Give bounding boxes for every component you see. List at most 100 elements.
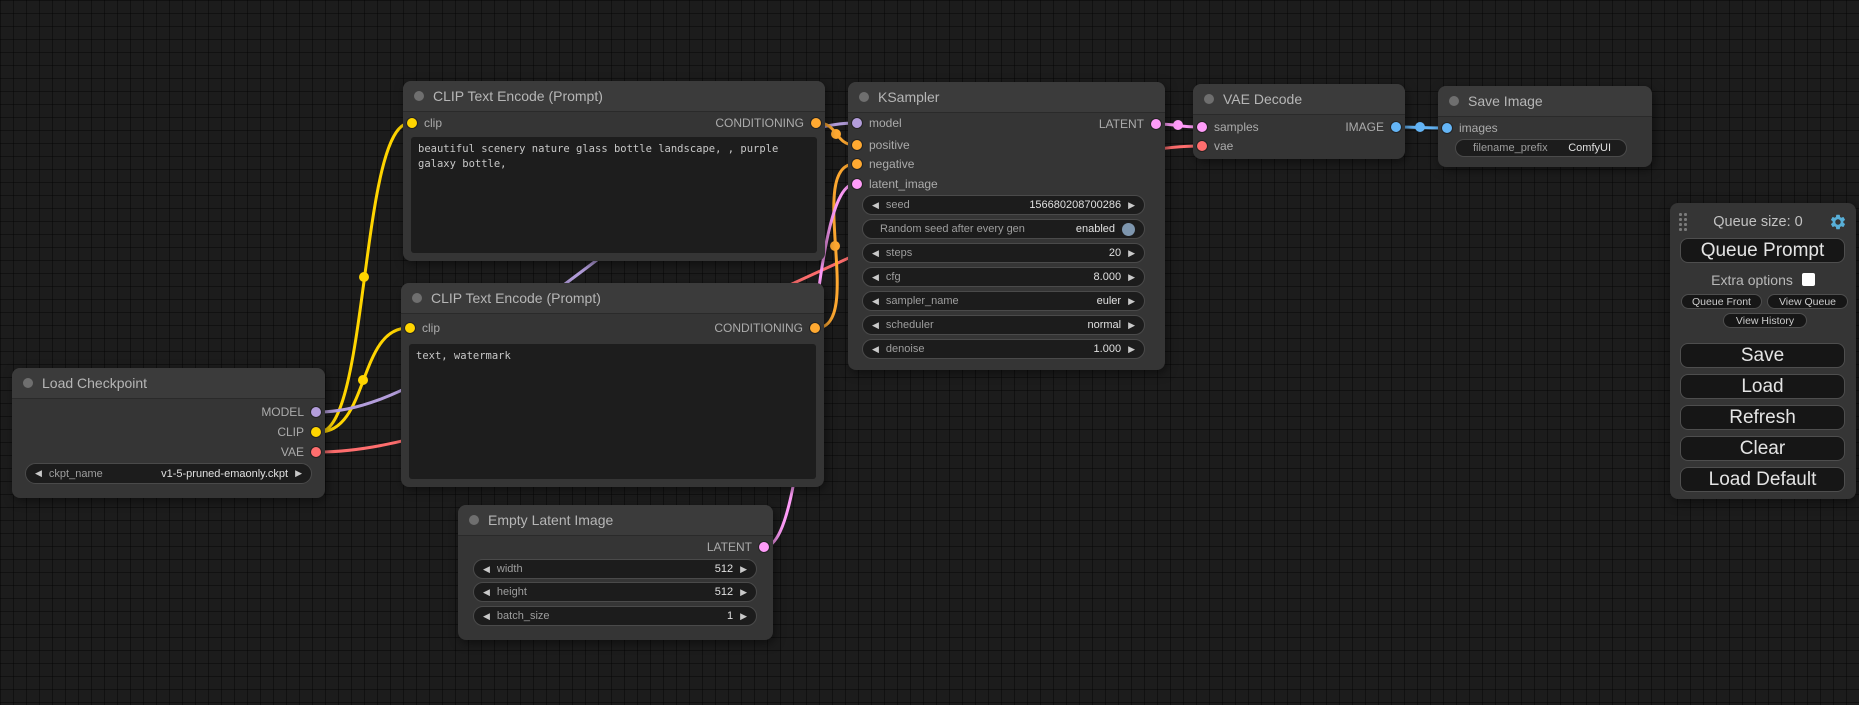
increment-arrow-icon[interactable]: ▶ [740,588,747,597]
node-title-bar[interactable]: Load Checkpoint [12,368,325,399]
decrement-arrow-icon[interactable]: ◀ [483,565,490,574]
node-title-bar[interactable]: Empty Latent Image [458,505,773,536]
node-clip-text-encode-positive[interactable]: CLIP Text Encode (Prompt) clip CONDITION… [403,81,825,261]
collapse-dot-icon[interactable] [469,515,479,525]
output-slot-latent[interactable]: LATENT [1099,116,1161,132]
collapse-dot-icon[interactable] [1204,94,1214,104]
increment-arrow-icon[interactable]: ▶ [1128,273,1135,282]
toggle-circle-icon[interactable] [1122,223,1135,236]
drag-handle-icon[interactable] [1679,213,1687,231]
decrement-arrow-icon[interactable]: ◀ [872,273,879,282]
settings-gear-icon[interactable] [1829,213,1847,231]
output-slot-image[interactable]: IMAGE [1345,119,1401,135]
increment-arrow-icon[interactable]: ▶ [295,469,302,478]
model-output-dot[interactable] [311,407,321,417]
output-slot-model[interactable]: MODEL [261,404,321,420]
output-slot-conditioning[interactable]: CONDITIONING [714,320,820,336]
vae-input-dot[interactable] [1197,141,1207,151]
input-slot-clip[interactable]: clip [405,320,440,336]
decrement-arrow-icon[interactable]: ◀ [483,612,490,621]
conditioning-output-dot[interactable] [811,118,821,128]
sampler-name-widget[interactable]: ◀ sampler_name euler ▶ [862,291,1145,311]
latent-output-dot[interactable] [759,542,769,552]
node-title-bar[interactable]: VAE Decode [1193,84,1405,115]
images-input-dot[interactable] [1442,123,1452,133]
load-button[interactable]: Load [1680,374,1845,399]
view-history-button[interactable]: View History [1723,313,1807,328]
save-button[interactable]: Save [1680,343,1845,368]
input-slot-positive[interactable]: positive [852,137,910,153]
increment-arrow-icon[interactable]: ▶ [740,612,747,621]
increment-arrow-icon[interactable]: ▶ [1128,321,1135,330]
positive-input-dot[interactable] [852,140,862,150]
load-default-button[interactable]: Load Default [1680,467,1845,492]
increment-arrow-icon[interactable]: ▶ [1128,249,1135,258]
clip-output-dot[interactable] [311,427,321,437]
node-title-bar[interactable]: KSampler [848,82,1165,113]
cfg-widget[interactable]: ◀ cfg 8.000 ▶ [862,267,1145,287]
model-input-dot[interactable] [852,118,862,128]
node-save-image[interactable]: Save Image images filename_prefix ComfyU… [1438,86,1652,167]
decrement-arrow-icon[interactable]: ◀ [872,249,879,258]
decrement-arrow-icon[interactable]: ◀ [872,321,879,330]
view-queue-button[interactable]: View Queue [1767,294,1848,309]
extra-options-checkbox[interactable] [1802,273,1815,286]
output-slot-latent[interactable]: LATENT [707,539,769,555]
latent-output-dot[interactable] [1151,119,1161,129]
decrement-arrow-icon[interactable]: ◀ [483,588,490,597]
decrement-arrow-icon[interactable]: ◀ [35,469,42,478]
input-slot-vae[interactable]: vae [1197,138,1233,154]
queue-front-button[interactable]: Queue Front [1681,294,1762,309]
clip-input-dot[interactable] [407,118,417,128]
latent-input-dot[interactable] [852,179,862,189]
vae-output-dot[interactable] [311,447,321,457]
collapse-dot-icon[interactable] [414,91,424,101]
collapse-dot-icon[interactable] [859,92,869,102]
steps-widget[interactable]: ◀ steps 20 ▶ [862,243,1145,263]
increment-arrow-icon[interactable]: ▶ [1128,201,1135,210]
samples-input-dot[interactable] [1197,122,1207,132]
input-slot-model[interactable]: model [852,115,902,131]
ckpt-name-widget[interactable]: ◀ ckpt_name v1-5-pruned-emaonly.ckpt ▶ [25,463,312,484]
refresh-button[interactable]: Refresh [1680,405,1845,430]
collapse-dot-icon[interactable] [412,293,422,303]
denoise-widget[interactable]: ◀ denoise 1.000 ▶ [862,339,1145,359]
node-empty-latent-image[interactable]: Empty Latent Image LATENT ◀ width 512 ▶ … [458,505,773,640]
node-title-bar[interactable]: CLIP Text Encode (Prompt) [401,283,824,314]
scheduler-widget[interactable]: ◀ scheduler normal ▶ [862,315,1145,335]
conditioning-output-dot[interactable] [810,323,820,333]
negative-input-dot[interactable] [852,159,862,169]
increment-arrow-icon[interactable]: ▶ [740,565,747,574]
comfyui-canvas[interactable]: { "colors": { "model": "#B39DDB", "clip"… [0,0,1859,705]
image-output-dot[interactable] [1391,122,1401,132]
random-seed-toggle-widget[interactable]: Random seed after every gen enabled [862,219,1145,239]
decrement-arrow-icon[interactable]: ◀ [872,201,879,210]
output-slot-vae[interactable]: VAE [281,444,321,460]
collapse-dot-icon[interactable] [1449,96,1459,106]
output-slot-clip[interactable]: CLIP [277,424,321,440]
clear-button[interactable]: Clear [1680,436,1845,461]
node-vae-decode[interactable]: VAE Decode samples vae IMAGE [1193,84,1405,159]
height-widget[interactable]: ◀ height 512 ▶ [473,582,757,602]
node-load-checkpoint[interactable]: Load Checkpoint MODEL CLIP VAE ◀ ckpt_na… [12,368,325,498]
increment-arrow-icon[interactable]: ▶ [1128,345,1135,354]
decrement-arrow-icon[interactable]: ◀ [872,345,879,354]
seed-widget[interactable]: ◀ seed 156680208700286 ▶ [862,195,1145,215]
node-ksampler[interactable]: KSampler model positive negative latent_… [848,82,1165,370]
input-slot-samples[interactable]: samples [1197,119,1259,135]
output-slot-conditioning[interactable]: CONDITIONING [715,115,821,131]
positive-prompt-textarea[interactable]: beautiful scenery nature glass bottle la… [411,137,817,253]
width-widget[interactable]: ◀ width 512 ▶ [473,559,757,579]
input-slot-latent-image[interactable]: latent_image [852,176,938,192]
input-slot-clip[interactable]: clip [407,115,442,131]
queue-prompt-button[interactable]: Queue Prompt [1680,238,1845,263]
node-title-bar[interactable]: Save Image [1438,86,1652,117]
decrement-arrow-icon[interactable]: ◀ [872,297,879,306]
clip-input-dot[interactable] [405,323,415,333]
node-title-bar[interactable]: CLIP Text Encode (Prompt) [403,81,825,112]
increment-arrow-icon[interactable]: ▶ [1128,297,1135,306]
filename-prefix-widget[interactable]: filename_prefix ComfyUI [1455,139,1627,157]
node-clip-text-encode-negative[interactable]: CLIP Text Encode (Prompt) clip CONDITION… [401,283,824,487]
batch-size-widget[interactable]: ◀ batch_size 1 ▶ [473,606,757,626]
input-slot-images[interactable]: images [1442,120,1498,136]
